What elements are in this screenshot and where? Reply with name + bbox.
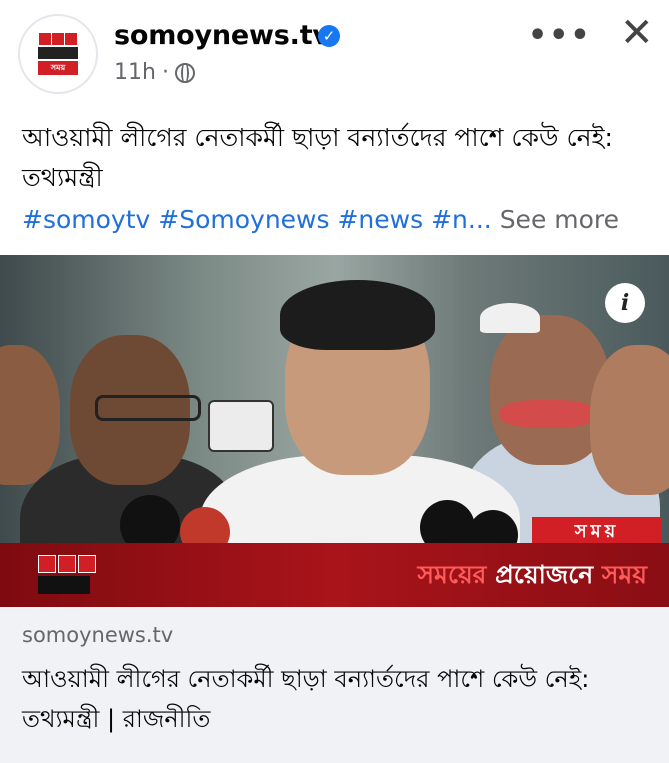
recording-phone	[208, 400, 274, 452]
glasses	[95, 395, 201, 421]
hashtag-link[interactable]: #n...	[431, 205, 492, 234]
ticker-slogan-part: প্রয়োজনে	[495, 560, 602, 589]
hashtag-line: #somoytv #Somoynews #news #n... See more	[22, 200, 619, 240]
page-name-link[interactable]: somoynews.tv	[114, 20, 330, 51]
globe-icon	[174, 62, 195, 83]
meta-separator: ·	[161, 60, 169, 85]
post-header: সময় somoynews.tv ✓ 11h · ••• ✕	[0, 0, 669, 110]
person-far-right	[590, 345, 669, 495]
prayer-cap	[480, 303, 540, 333]
verified-badge-icon: ✓	[318, 25, 340, 47]
face-mask	[500, 400, 595, 428]
see-more-link[interactable]: See more	[500, 205, 619, 234]
close-icon[interactable]: ✕	[620, 10, 654, 56]
info-icon[interactable]: i	[605, 283, 645, 323]
more-options-icon[interactable]: •••	[528, 18, 592, 53]
post-photo[interactable]: i সময় সময়ের প্রয়োজনে সময়	[0, 255, 669, 607]
ticker-slogan-part: সময়ের	[417, 560, 496, 589]
post-meta: 11h ·	[114, 60, 195, 85]
somoy-logo: সময়	[33, 29, 83, 79]
ticker-logo	[38, 555, 102, 595]
link-domain: somoynews.tv	[22, 623, 174, 647]
ticker-slogan-part: সময়	[601, 560, 647, 589]
news-ticker: সময়ের প্রয়োজনে সময়	[0, 543, 669, 607]
hashtag-link[interactable]: #Somoynews	[158, 205, 329, 234]
facebook-post: সময় somoynews.tv ✓ 11h · ••• ✕ আওয়ামী …	[0, 0, 669, 763]
hashtag-link[interactable]: #somoytv	[22, 205, 150, 234]
ticker-slogan: সময়ের প্রয়োজনে সময়	[418, 555, 647, 598]
hashtag-link[interactable]: #news	[337, 205, 423, 234]
page-avatar[interactable]: সময়	[18, 14, 98, 94]
link-title[interactable]: আওয়ামী লীগের নেতাকর্মী ছাড়া বন্যার্তদে…	[22, 659, 652, 739]
speaker-hair	[280, 280, 435, 350]
post-time[interactable]: 11h	[114, 60, 156, 85]
post-caption: আওয়ামী লীগের নেতাকর্মী ছাড়া বন্যার্তদে…	[22, 123, 613, 192]
link-preview-card[interactable]: somoynews.tv আওয়ামী লীগের নেতাকর্মী ছাড…	[0, 607, 669, 763]
